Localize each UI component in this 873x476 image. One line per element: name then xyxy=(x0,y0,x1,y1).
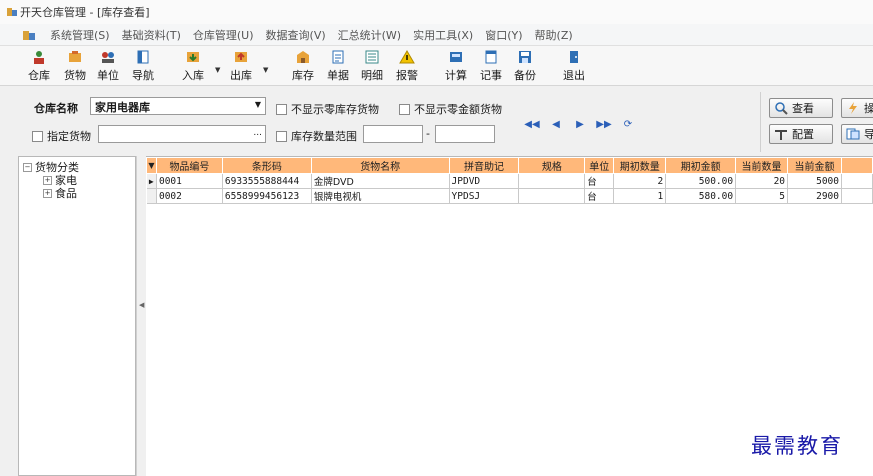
notes-button[interactable]: 记事 xyxy=(480,49,502,83)
menu-tools[interactable]: 实用工具(X) xyxy=(407,27,479,43)
menu-window[interactable]: 窗口(Y) xyxy=(479,27,528,43)
action-buttons: 查看 操 配置 导 xyxy=(760,92,873,152)
refresh-icon[interactable]: ⟳ xyxy=(616,117,640,131)
hide-zero-stock-checkbox[interactable]: 不显示零库存货物 xyxy=(276,101,379,117)
col-pinyin[interactable]: 拼音助记 xyxy=(448,157,520,174)
navigation-icon xyxy=(135,49,151,65)
calculator-icon xyxy=(448,49,464,65)
expand-icon[interactable]: + xyxy=(43,188,52,198)
exit-button[interactable]: 退出 xyxy=(563,49,585,83)
row-selector-header[interactable]: ▼ xyxy=(146,157,157,174)
menu-warehouse[interactable]: 仓库管理(U) xyxy=(187,27,260,43)
menu-system[interactable]: 系统管理(S) xyxy=(44,27,116,43)
title-bar: 开天仓库管理 - [库存查看] xyxy=(0,0,873,24)
app-icon xyxy=(7,8,17,16)
col-item-code[interactable]: 物品编号 xyxy=(155,157,223,174)
warehouse-select[interactable]: 家用电器库 ▼ xyxy=(90,97,266,115)
specified-goods-checkbox[interactable]: 指定货物 xyxy=(32,128,91,144)
splitter-grip-icon[interactable]: ◀ xyxy=(139,301,144,309)
operate-button[interactable]: 操 xyxy=(841,98,873,118)
expand-icon[interactable]: + xyxy=(43,175,52,185)
calc-button[interactable]: 计算 xyxy=(445,49,467,83)
warehouse-button[interactable]: 仓库 xyxy=(28,49,50,83)
col-barcode[interactable]: 条形码 xyxy=(221,157,312,174)
inbound-icon xyxy=(185,49,201,65)
specified-goods-input[interactable]: ... xyxy=(98,125,266,143)
detail-button[interactable]: 明细 xyxy=(361,49,383,83)
documents-button[interactable]: 单据 xyxy=(327,49,349,83)
menu-statistics[interactable]: 汇总统计(W) xyxy=(332,27,407,43)
exit-door-icon xyxy=(566,49,582,65)
unit-button[interactable]: 单位 xyxy=(97,49,119,83)
nav-button[interactable]: 导航 xyxy=(132,49,154,83)
warehouse-icon xyxy=(31,49,47,65)
stock-range-checkbox[interactable]: 库存数量范围 xyxy=(276,128,357,144)
stock-button[interactable]: 库存 xyxy=(292,49,314,83)
col-goods-name[interactable]: 货物名称 xyxy=(310,157,450,174)
last-record-icon[interactable]: ▶▶ xyxy=(592,117,616,131)
outbound-dropdown-icon[interactable]: ▼ xyxy=(263,66,268,74)
documents-icon xyxy=(330,49,346,65)
collapse-icon[interactable]: − xyxy=(23,162,32,172)
col-spec[interactable]: 规格 xyxy=(518,157,586,174)
chevron-down-icon: ▼ xyxy=(254,100,261,109)
export-icon xyxy=(846,128,860,140)
inbound-button[interactable]: 入库 xyxy=(182,49,204,83)
outbound-icon xyxy=(233,49,249,65)
warehouse-name-label: 仓库名称 xyxy=(34,102,78,115)
notes-icon xyxy=(483,49,499,65)
range-dash: - xyxy=(426,127,430,140)
inbound-dropdown-icon[interactable]: ▼ xyxy=(215,66,220,74)
inventory-grid: ▼ 物品编号 条形码 货物名称 拼音助记 规格 单位 期初数量 期初金额 当前数… xyxy=(146,156,873,476)
hide-zero-amount-checkbox[interactable]: 不显示零金额货物 xyxy=(399,101,502,117)
watermark-text: 最需教育 xyxy=(751,434,843,458)
menu-bar: 系统管理(S) 基础资料(T) 仓库管理(U) 数据查询(V) 汇总统计(W) … xyxy=(0,24,873,46)
col-opening-qty[interactable]: 期初数量 xyxy=(613,157,667,174)
col-current-qty[interactable]: 当前数量 xyxy=(735,157,789,174)
unit-icon xyxy=(100,49,116,65)
tree-splitter[interactable]: ◀ xyxy=(136,156,146,476)
toolbar: 仓库 货物 单位 导航 入库 ▼ 出库 ▼ 库存 单据 明细 报警 计算 记事 … xyxy=(0,46,873,86)
table-row[interactable]: ▶ 0001 6933555888444 金牌DVD JPDVD 台 2 500… xyxy=(146,173,873,189)
detail-icon xyxy=(364,49,380,65)
grid-header-row: ▼ 物品编号 条形码 货物名称 拼音助记 规格 单位 期初数量 期初金额 当前数… xyxy=(146,157,873,174)
goods-icon xyxy=(67,49,83,65)
col-extra[interactable] xyxy=(840,157,873,174)
current-row-indicator-icon: ▶ xyxy=(146,173,157,189)
stock-icon xyxy=(295,49,311,65)
menu-basic-data[interactable]: 基础资料(T) xyxy=(116,27,187,43)
magnifier-icon xyxy=(775,102,788,115)
col-opening-amount[interactable]: 期初金额 xyxy=(665,157,737,174)
first-record-icon[interactable]: ◀◀ xyxy=(520,117,544,131)
tree-node-food[interactable]: + 食品 xyxy=(43,185,77,201)
filter-panel: 仓库名称 家用电器库 ▼ 不显示零库存货物 不显示零金额货物 指定货物 ... … xyxy=(18,90,754,152)
window-title: 开天仓库管理 - [库存查看] xyxy=(20,6,150,19)
next-record-icon[interactable]: ▶ xyxy=(568,117,592,131)
stock-range-min-input[interactable] xyxy=(363,125,423,143)
export-button[interactable]: 导 xyxy=(841,124,873,144)
outbound-button[interactable]: 出库 xyxy=(230,49,252,83)
backup-button[interactable]: 备份 xyxy=(514,49,536,83)
col-unit[interactable]: 单位 xyxy=(584,157,615,174)
view-button[interactable]: 查看 xyxy=(769,98,833,118)
lightning-icon xyxy=(849,102,857,114)
config-icon xyxy=(775,130,787,140)
config-button[interactable]: 配置 xyxy=(769,124,833,144)
alarm-button[interactable]: 报警 xyxy=(396,49,418,83)
record-navigation: ◀◀ ◀ ▶ ▶▶ ⟳ xyxy=(520,117,640,131)
col-current-amount[interactable]: 当前金额 xyxy=(787,157,842,174)
goods-button[interactable]: 货物 xyxy=(64,49,86,83)
category-tree: − 货物分类 + 家电 + 食品 xyxy=(18,156,136,476)
alarm-icon xyxy=(399,49,415,65)
menu-query[interactable]: 数据查询(V) xyxy=(260,27,332,43)
table-row[interactable]: 0002 6558999456123 银牌电视机 YPDSJ 台 1 580.0… xyxy=(146,188,873,204)
backup-icon xyxy=(517,49,533,65)
app-menu-icon[interactable] xyxy=(22,28,36,42)
stock-range-max-input[interactable] xyxy=(435,125,495,143)
prev-record-icon[interactable]: ◀ xyxy=(544,117,568,131)
menu-help[interactable]: 帮助(Z) xyxy=(529,27,579,43)
browse-ellipsis[interactable]: ... xyxy=(253,128,262,138)
